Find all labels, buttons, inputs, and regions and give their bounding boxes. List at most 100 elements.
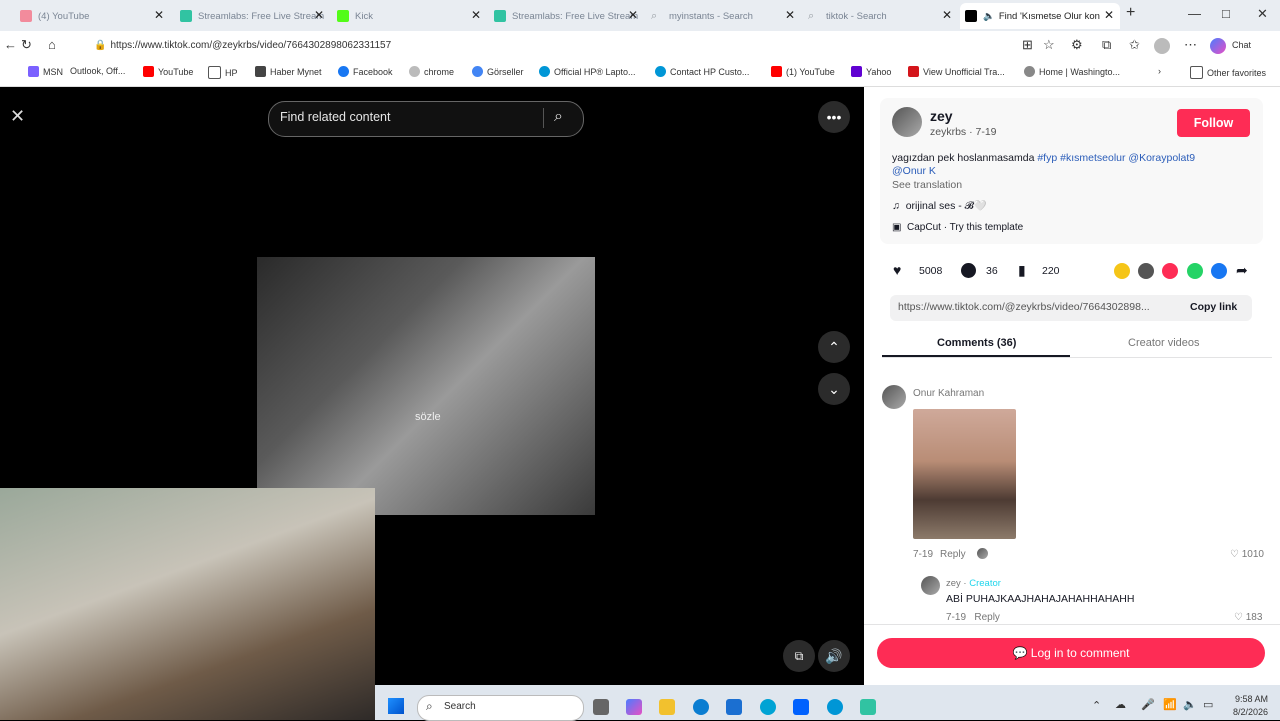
reply-like[interactable]: ♡ 183 bbox=[1234, 612, 1262, 622]
more-menu-icon[interactable]: ⋯ bbox=[1184, 37, 1197, 53]
new-tab-button[interactable]: + bbox=[1126, 4, 1135, 22]
split-screen-icon[interactable]: ⧉ bbox=[1102, 37, 1111, 53]
login-to-comment-button[interactable]: 💬 Log in to comment bbox=[877, 638, 1265, 668]
bookmark-unofficial[interactable]: View Unofficial Tra... bbox=[908, 66, 1005, 77]
volume-icon[interactable]: 🔊 bbox=[818, 640, 850, 672]
search-icon[interactable]: ⌕ bbox=[554, 108, 563, 126]
mention-koraypolat[interactable]: @Koraypolat9 bbox=[1128, 152, 1195, 164]
send-icon[interactable] bbox=[1162, 263, 1178, 279]
whatsapp-icon[interactable] bbox=[1187, 263, 1203, 279]
windows-start-icon[interactable] bbox=[388, 698, 404, 714]
tab-streamlabs-1[interactable]: Streamlabs: Free Live Stream ✕ bbox=[180, 3, 330, 29]
volume-tray-icon[interactable]: 🔈 bbox=[1183, 698, 1197, 711]
clock-date[interactable]: 8/2/2026 bbox=[1226, 707, 1268, 717]
favorites-icon[interactable]: ✩ bbox=[1129, 37, 1140, 53]
bookmark-gorseller[interactable]: Görseller bbox=[472, 66, 524, 77]
bookmark-hp-laptop[interactable]: Official HP® Lapto... bbox=[539, 66, 636, 77]
other-favorites[interactable]: Other favorites bbox=[1190, 66, 1266, 79]
see-translation-link[interactable]: See translation bbox=[892, 179, 962, 191]
close-tab-icon[interactable]: ✕ bbox=[471, 8, 481, 22]
hp-app-icon[interactable] bbox=[827, 699, 843, 715]
repost-icon[interactable] bbox=[1114, 263, 1130, 279]
home-icon[interactable]: ⌂ bbox=[48, 37, 56, 52]
reply-author[interactable]: zey · Creator bbox=[946, 578, 1001, 589]
tab-myinstants[interactable]: ⌕ myinstants - Search ✕ bbox=[651, 3, 801, 29]
close-tab-icon[interactable]: ✕ bbox=[628, 8, 638, 22]
tray-chevron-icon[interactable]: ⌃ bbox=[1092, 699, 1101, 712]
copilot-icon[interactable] bbox=[1210, 38, 1226, 54]
bookmark-icon[interactable]: ▮ bbox=[1018, 262, 1026, 279]
minimize-button[interactable]: — bbox=[1188, 6, 1201, 21]
music-row[interactable]: ♫ orijinal ses - 𝓑🤍 bbox=[892, 199, 987, 213]
task-view-icon[interactable] bbox=[593, 699, 609, 715]
file-explorer-icon[interactable] bbox=[659, 699, 675, 715]
copilot-icon[interactable] bbox=[626, 699, 642, 715]
commenter-avatar[interactable] bbox=[882, 385, 906, 409]
bookmark-chrome[interactable]: chrome bbox=[409, 66, 454, 77]
copy-link-button[interactable]: Copy link bbox=[1190, 301, 1237, 313]
tab-streamlabs-2[interactable]: Streamlabs: Free Live Stream ✕ bbox=[494, 3, 644, 29]
bookmark-youtube[interactable]: YouTube bbox=[143, 66, 193, 77]
comment-author[interactable]: Onur Kahraman bbox=[913, 388, 984, 399]
app-available-icon[interactable]: ⊞ bbox=[1022, 37, 1033, 53]
edge-icon[interactable] bbox=[693, 699, 709, 715]
bookmarks-overflow-icon[interactable]: › bbox=[1158, 66, 1161, 76]
close-video-icon[interactable]: ✕ bbox=[10, 106, 25, 127]
bookmark-hp-contact[interactable]: Contact HP Custo... bbox=[655, 66, 749, 77]
comment-reply-button[interactable]: Reply bbox=[940, 549, 966, 560]
previous-video-icon[interactable]: ⌃ bbox=[818, 331, 850, 363]
hashtag-fyp[interactable]: #fyp bbox=[1037, 152, 1057, 164]
mention-onur[interactable]: @Onur K bbox=[892, 165, 936, 177]
tab-youtube[interactable]: (4) YouTube ✕ bbox=[20, 3, 170, 29]
follow-button[interactable]: Follow bbox=[1177, 109, 1250, 137]
creator-avatar[interactable] bbox=[892, 107, 922, 137]
bookmark-hp-folder[interactable]: HP bbox=[208, 66, 238, 79]
tab-tiktok-search[interactable]: ⌕ tiktok - Search ✕ bbox=[808, 3, 958, 29]
bookmark-yahoo[interactable]: Yahoo bbox=[851, 66, 891, 77]
hashtag-kismetseolur[interactable]: #kısmetseolur bbox=[1060, 152, 1125, 164]
close-tab-icon[interactable]: ✕ bbox=[1104, 8, 1114, 22]
video-link[interactable]: https://www.tiktok.com/@zeykrbs/video/76… bbox=[898, 301, 1176, 313]
dropbox-icon[interactable] bbox=[793, 699, 809, 715]
bookmark-youtube-2[interactable]: (1) YouTube bbox=[771, 66, 835, 77]
comment-sticker-image[interactable] bbox=[913, 409, 1016, 539]
taskbar-search[interactable] bbox=[417, 695, 584, 721]
tab-tiktok-active[interactable]: 🔈 Find 'Kısmetse Olur kon ✕ bbox=[960, 3, 1120, 29]
microphone-icon[interactable]: 🎤 bbox=[1141, 698, 1155, 711]
close-tab-icon[interactable]: ✕ bbox=[942, 8, 952, 22]
embed-icon[interactable] bbox=[1138, 263, 1154, 279]
bookmark-washington[interactable]: Home | Washingto... bbox=[1024, 66, 1120, 77]
profile-avatar[interactable] bbox=[1154, 38, 1170, 54]
facebook-share-icon[interactable] bbox=[1211, 263, 1227, 279]
tab-comments[interactable]: Comments (36) bbox=[937, 337, 1016, 349]
heart-icon[interactable]: ♥ bbox=[893, 262, 901, 278]
streamlabs-app-icon[interactable] bbox=[860, 699, 876, 715]
comment-like[interactable]: ♡ 1010 bbox=[1230, 549, 1264, 560]
close-window-button[interactable]: ✕ bbox=[1257, 6, 1268, 22]
bookmark-mynet[interactable]: Haber Mynet bbox=[255, 66, 322, 77]
bookmark-msn[interactable]: MSN bbox=[28, 66, 63, 77]
bookmark-facebook[interactable]: Facebook bbox=[338, 66, 393, 77]
video-frame[interactable] bbox=[257, 257, 595, 515]
template-row[interactable]: ▣ CapCut · Try this template bbox=[892, 222, 1023, 233]
address-bar[interactable]: 🔒 https://www.tiktok.com/@zeykrbs/video/7… bbox=[86, 35, 1029, 57]
cortana-icon[interactable] bbox=[760, 699, 776, 715]
favorite-star-icon[interactable]: ☆ bbox=[1043, 37, 1055, 53]
maximize-button[interactable]: □ bbox=[1222, 6, 1230, 21]
more-options-icon[interactable]: ••• bbox=[818, 101, 850, 133]
battery-icon[interactable]: ▭ bbox=[1203, 698, 1213, 711]
close-tab-icon[interactable]: ✕ bbox=[154, 8, 164, 22]
tab-kick[interactable]: Kick ✕ bbox=[337, 3, 487, 29]
extensions-icon[interactable]: ⚙ bbox=[1071, 37, 1083, 53]
picture-in-picture-icon[interactable]: ⧉ bbox=[783, 640, 815, 672]
back-icon[interactable]: ← bbox=[4, 37, 17, 52]
share-arrow-icon[interactable]: ➦ bbox=[1236, 262, 1248, 279]
reply-avatar[interactable] bbox=[921, 576, 940, 595]
next-video-icon[interactable]: ⌄ bbox=[818, 373, 850, 405]
chat-label[interactable]: Chat bbox=[1232, 40, 1251, 50]
close-tab-icon[interactable]: ✕ bbox=[314, 8, 324, 22]
store-icon[interactable] bbox=[726, 699, 742, 715]
bookmark-outlook[interactable]: Outlook, Off... bbox=[70, 66, 125, 76]
onedrive-icon[interactable]: ☁ bbox=[1115, 698, 1126, 711]
creator-name[interactable]: zey bbox=[930, 108, 953, 124]
